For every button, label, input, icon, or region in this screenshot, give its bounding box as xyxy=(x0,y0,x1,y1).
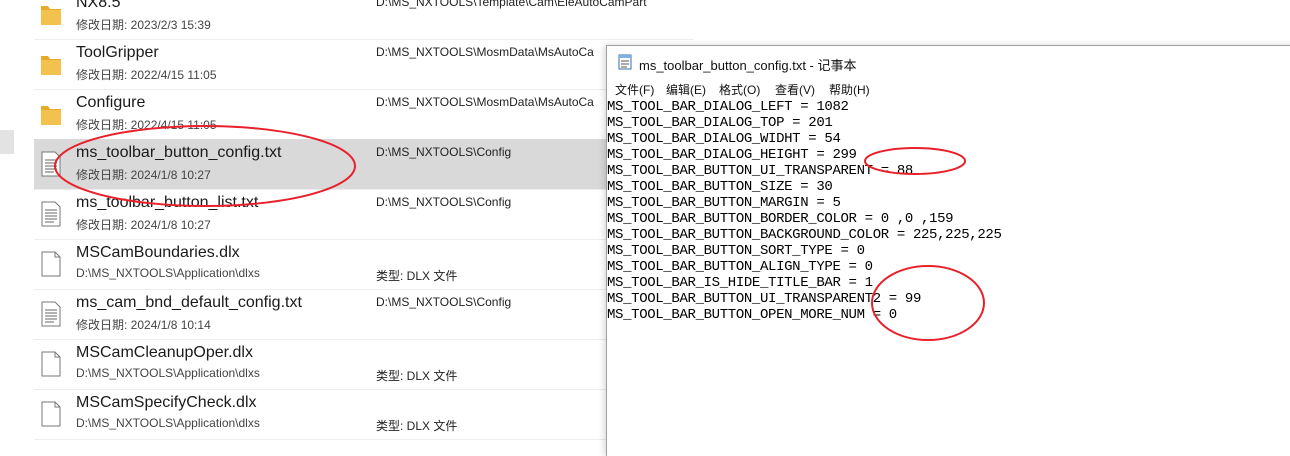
file-row[interactable]: ms_toolbar_button_config.txt 修改日期: 2024/1… xyxy=(34,139,694,190)
file-name: MSCamSpecifyCheck.dlx xyxy=(76,394,257,411)
file-type: 类型: DLX 文件 xyxy=(376,269,458,283)
menu-format[interactable]: 格式(O) xyxy=(719,81,760,98)
file-path: D:\MS_NXTOOLS\Template\Cam\EleAutoCamPar… xyxy=(376,0,647,9)
file-subtext: 修改日期: 2023/2/3 15:39 xyxy=(76,18,211,32)
file-subtext: D:\MS_NXTOOLS\Application\dlxs xyxy=(76,366,260,380)
config-line: MS_TOOL_BAR_BUTTON_UI_TRANSPARENT = 88 xyxy=(607,163,913,179)
file-subtext: 修改日期: 2024/1/8 10:14 xyxy=(76,318,211,332)
scroll-indicator xyxy=(0,130,14,154)
notepad-title: ms_toolbar_button_config.txt - 记事本 xyxy=(639,58,857,73)
config-line: MS_TOOL_BAR_BUTTON_ALIGN_TYPE = 0 xyxy=(607,259,873,275)
file-name: MSCamBoundaries.dlx xyxy=(76,244,240,261)
config-line: MS_TOOL_BAR_BUTTON_BORDER_COLOR = 0 ,0 ,… xyxy=(607,211,954,227)
folder-icon xyxy=(40,1,62,27)
text-file-icon xyxy=(40,201,62,227)
file-name: ms_cam_bnd_default_config.txt xyxy=(76,294,302,311)
file-name: NX8.5 xyxy=(76,0,121,11)
file-path: D:\MS_NXTOOLS\Config xyxy=(376,295,512,309)
blank-file-icon xyxy=(40,251,62,277)
file-name: ms_toolbar_button_config.txt xyxy=(76,144,282,161)
file-subtext: D:\MS_NXTOOLS\Application\dlxs xyxy=(76,416,260,430)
file-path: D:\MS_NXTOOLS\MosmData\MsAutoCa xyxy=(376,45,594,59)
config-line: MS_TOOL_BAR_DIALOG_WIDHT = 54 xyxy=(607,131,841,147)
file-row[interactable]: ms_toolbar_button_list.txt 修改日期: 2024/1/8… xyxy=(34,189,694,240)
notepad-menu-bar: 文件(F) 编辑(E) 格式(O) 查看(V) 帮助(H) xyxy=(607,78,1290,100)
navigation-pane-edge xyxy=(0,0,18,443)
blank-file-icon xyxy=(40,351,62,377)
config-line: MS_TOOL_BAR_BUTTON_UI_TRANSPARENT2 = 99 xyxy=(607,291,922,307)
file-subtext: 修改日期: 2024/1/8 10:27 xyxy=(76,218,211,232)
file-row[interactable]: NX8.5 修改日期: 2023/2/3 15:39 D:\MS_NXTOOLS\T… xyxy=(34,0,694,40)
file-name: Configure xyxy=(76,94,146,111)
file-row[interactable]: MSCamBoundaries.dlx D:\MS_NXTOOLS\Applica… xyxy=(34,239,694,290)
folder-icon xyxy=(40,101,62,127)
menu-file[interactable]: 文件(F) xyxy=(615,81,654,98)
file-subtext: D:\MS_NXTOOLS\Application\dlxs xyxy=(76,266,260,280)
folder-icon xyxy=(40,51,62,77)
notepad-icon xyxy=(617,54,633,75)
config-line: MS_TOOL_BAR_BUTTON_MARGIN = 5 xyxy=(607,195,841,211)
notepad-window: ms_toolbar_button_config.txt - 记事本 文件(F)… xyxy=(606,45,1290,456)
file-row[interactable]: ms_cam_bnd_default_config.txt 修改日期: 2024/… xyxy=(34,289,694,340)
file-subtext: 修改日期: 2022/4/15 11:05 xyxy=(76,118,217,132)
file-subtext: 修改日期: 2022/4/15 11:05 xyxy=(76,68,217,82)
notepad-text-area[interactable]: MS_TOOL_BAR_DIALOG_LEFT = 1082 MS_TOOL_BA… xyxy=(607,99,1290,456)
config-line: MS_TOOL_BAR_BUTTON_SIZE = 30 xyxy=(607,179,833,195)
menu-edit[interactable]: 编辑(E) xyxy=(666,81,706,98)
file-name: ms_toolbar_button_list.txt xyxy=(76,194,259,211)
menu-view[interactable]: 查看(V) xyxy=(775,81,815,98)
config-line: MS_TOOL_BAR_DIALOG_LEFT = 1082 xyxy=(607,99,849,115)
file-name: ToolGripper xyxy=(76,44,159,61)
config-line: MS_TOOL_BAR_BUTTON_OPEN_MORE_NUM = 0 xyxy=(607,307,897,323)
config-line: MS_TOOL_BAR_DIALOG_HEIGHT = 299 xyxy=(607,147,857,163)
file-row[interactable]: MSCamSpecifyCheck.dlx D:\MS_NXTOOLS\Appli… xyxy=(34,389,694,440)
file-name: MSCamCleanupOper.dlx xyxy=(76,344,253,361)
file-path: D:\MS_NXTOOLS\MosmData\MsAutoCa xyxy=(376,95,594,109)
config-line: MS_TOOL_BAR_BUTTON_BACKGROUND_COLOR = 22… xyxy=(607,227,1002,243)
text-file-icon xyxy=(40,151,62,177)
notepad-title-bar[interactable]: ms_toolbar_button_config.txt - 记事本 xyxy=(607,46,1290,78)
file-row[interactable]: MSCamCleanupOper.dlx D:\MS_NXTOOLS\Applic… xyxy=(34,339,694,390)
file-path: D:\MS_NXTOOLS\Config xyxy=(376,195,512,209)
file-row[interactable]: Configure 修改日期: 2022/4/15 11:05 D:\MS_NXTO… xyxy=(34,89,694,140)
blank-file-icon xyxy=(40,401,62,427)
file-type: 类型: DLX 文件 xyxy=(376,419,458,433)
text-file-icon xyxy=(40,301,62,327)
file-type: 类型: DLX 文件 xyxy=(376,369,458,383)
config-line: MS_TOOL_BAR_BUTTON_SORT_TYPE = 0 xyxy=(607,243,865,259)
config-line: MS_TOOL_BAR_DIALOG_TOP = 201 xyxy=(607,115,833,131)
menu-help[interactable]: 帮助(H) xyxy=(829,81,870,98)
file-path: D:\MS_NXTOOLS\Config xyxy=(376,145,512,159)
file-subtext: 修改日期: 2024/1/8 10:27 xyxy=(76,168,211,182)
file-row[interactable]: ToolGripper 修改日期: 2022/4/15 11:05 D:\MS_NX… xyxy=(34,39,694,90)
config-line: MS_TOOL_BAR_IS_HIDE_TITLE_BAR = 1 xyxy=(607,275,873,291)
